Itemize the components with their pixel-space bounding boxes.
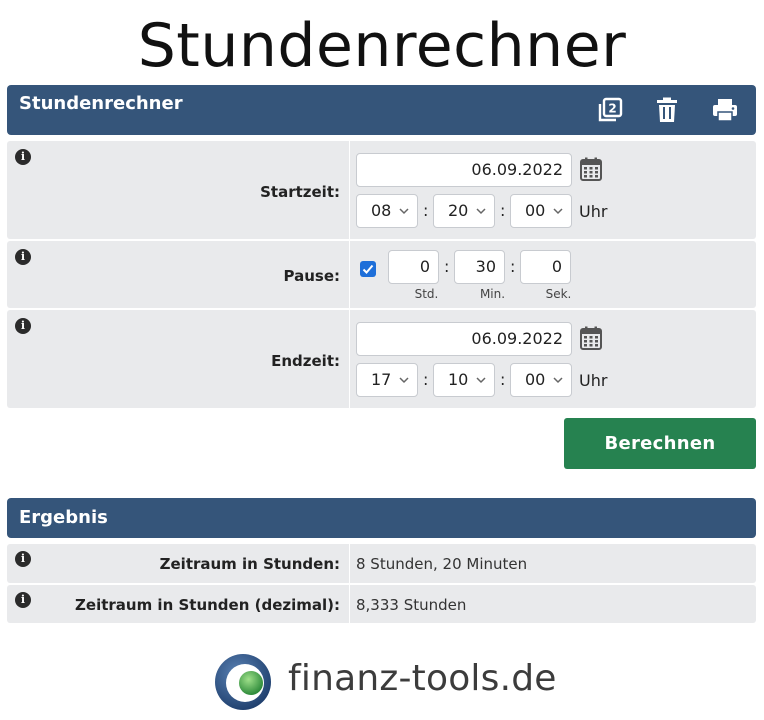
end-label: Endzeit:	[271, 352, 340, 370]
info-icon[interactable]: i	[15, 551, 31, 567]
result-header-title: Ergebnis	[19, 507, 108, 528]
pause-checkbox[interactable]	[360, 261, 376, 277]
copy-icon[interactable]: 2	[596, 96, 624, 124]
info-icon[interactable]: i	[15, 249, 31, 265]
end-minute-value: 10	[448, 370, 469, 389]
trash-icon[interactable]	[653, 96, 681, 124]
start-label: Startzeit:	[260, 183, 340, 201]
end-hour-select[interactable]: 17	[356, 363, 418, 397]
time-separator: :	[510, 257, 516, 276]
check-icon	[362, 264, 374, 274]
result-row: i Zeitraum in Stunden: 8 Stunden, 20 Min…	[7, 544, 756, 583]
logo-mark-icon	[215, 654, 271, 710]
start-hour-value: 08	[371, 201, 392, 220]
end-second-select[interactable]: 00	[510, 363, 572, 397]
time-separator: :	[500, 201, 506, 220]
chevron-down-icon	[399, 208, 409, 215]
start-uhr-label: Uhr	[579, 202, 608, 221]
chevron-down-icon	[476, 377, 486, 384]
pause-seconds-input[interactable]: 0	[520, 250, 571, 284]
calculate-button[interactable]: Berechnen	[564, 418, 756, 469]
start-hour-select[interactable]: 08	[356, 194, 418, 228]
calculator-header-title: Stundenrechner	[19, 93, 183, 114]
end-minute-select[interactable]: 10	[433, 363, 495, 397]
end-row: i Endzeit: 06.09.2022 17 : 10 : 00 Uhr	[7, 310, 756, 408]
time-separator: :	[500, 370, 506, 389]
time-separator: :	[423, 370, 429, 389]
calendar-icon[interactable]	[580, 326, 602, 350]
start-row: i Startzeit: 06.09.2022 08 : 20 : 00 Uhr	[7, 141, 756, 239]
result-value: 8,333 Stunden	[356, 596, 467, 614]
result-label: Zeitraum in Stunden:	[159, 555, 340, 573]
print-icon[interactable]	[711, 96, 739, 124]
start-minute-value: 20	[448, 201, 469, 220]
start-date-input[interactable]: 06.09.2022	[356, 153, 572, 187]
end-uhr-label: Uhr	[579, 371, 608, 390]
info-icon[interactable]: i	[15, 149, 31, 165]
time-separator: :	[423, 201, 429, 220]
result-row: i Zeitraum in Stunden (dezimal): 8,333 S…	[7, 585, 756, 623]
result-header: Ergebnis	[7, 498, 756, 538]
chevron-down-icon	[476, 208, 486, 215]
chevron-down-icon	[399, 377, 409, 384]
time-separator: :	[444, 257, 450, 276]
result-label: Zeitraum in Stunden (dezimal):	[75, 596, 340, 614]
calculator-header: Stundenrechner 2	[7, 85, 756, 135]
pause-hours-unit: Std.	[414, 287, 439, 301]
pause-row: i Pause: 0 : 30 : 0 Std. Min. Sek.	[7, 241, 756, 308]
page-title: Stundenrechner	[137, 11, 627, 81]
pause-minutes-input[interactable]: 30	[454, 250, 505, 284]
pause-seconds-unit: Sek.	[545, 287, 572, 301]
start-minute-select[interactable]: 20	[433, 194, 495, 228]
chevron-down-icon	[553, 208, 563, 215]
pause-label: Pause:	[283, 267, 341, 285]
info-icon[interactable]: i	[15, 592, 31, 608]
logo-text: finanz-tools.de	[288, 658, 557, 699]
end-second-value: 00	[525, 370, 546, 389]
pause-minutes-unit: Min.	[479, 287, 506, 301]
start-second-select[interactable]: 00	[510, 194, 572, 228]
start-second-value: 00	[525, 201, 546, 220]
finanz-tools-logo[interactable]: finanz-tools.de	[214, 652, 556, 712]
end-date-input[interactable]: 06.09.2022	[356, 322, 572, 356]
chevron-down-icon	[553, 377, 563, 384]
end-hour-value: 17	[371, 370, 392, 389]
calendar-icon[interactable]	[580, 157, 602, 181]
svg-text:2: 2	[608, 102, 616, 116]
result-value: 8 Stunden, 20 Minuten	[356, 555, 528, 573]
info-icon[interactable]: i	[15, 318, 31, 334]
pause-hours-input[interactable]: 0	[388, 250, 439, 284]
